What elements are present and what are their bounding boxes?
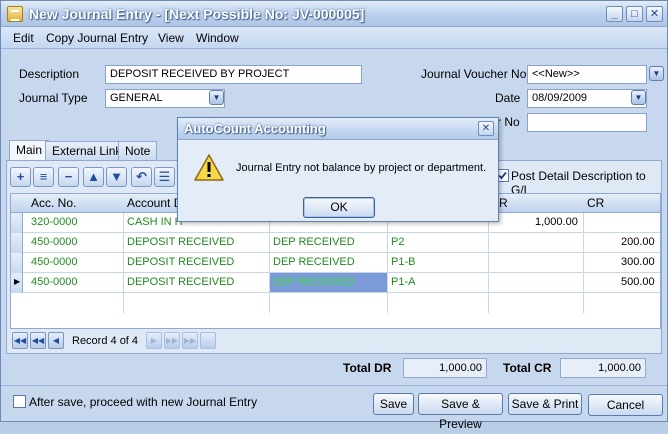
description-input[interactable]: DEPOSIT RECEIVED BY PROJECT	[105, 65, 362, 84]
window-title: New Journal Entry - [Next Possible No: J…	[29, 6, 365, 22]
row-indicator[interactable]	[11, 213, 23, 233]
prev-record-icon[interactable]: ◀	[48, 332, 64, 349]
move-up-icon[interactable]: ▲	[83, 167, 104, 187]
date-picker-icon[interactable]: ▼	[631, 90, 646, 105]
cell-cr[interactable]: 300.00	[621, 256, 655, 268]
menu-view[interactable]: View	[158, 31, 184, 45]
cell-cr[interactable]: 500.00	[621, 276, 655, 288]
add-row-icon[interactable]: +	[10, 167, 31, 187]
cell-acc-no[interactable]: 450-0000	[31, 276, 78, 288]
cell-acc-no[interactable]: 450-0000	[31, 256, 78, 268]
next-record-icon[interactable]: ▶	[146, 332, 162, 349]
title-bar[interactable]: New Journal Entry - [Next Possible No: J…	[1, 1, 667, 27]
col-header-cr[interactable]: CR	[587, 196, 604, 210]
cell-project[interactable]: P1-B	[391, 256, 415, 268]
close-button[interactable]: ✕	[646, 6, 663, 22]
total-dr-label: Total DR	[343, 361, 392, 375]
voucher-no-input[interactable]: <<New>>	[527, 65, 647, 84]
cell-cr[interactable]: 200.00	[621, 236, 655, 248]
cell-acc-no[interactable]: 320-0000	[31, 216, 78, 228]
total-dr-value: 1,000.00	[403, 358, 487, 378]
row-indicator-current[interactable]: ▶	[11, 273, 23, 293]
prev-page-icon[interactable]: ◀◀	[30, 332, 46, 349]
last-record-icon[interactable]: ▶▶	[182, 332, 198, 349]
maximize-button[interactable]: □	[626, 6, 643, 22]
description-label: Description	[19, 67, 80, 81]
undo-icon[interactable]: ↶	[131, 167, 152, 187]
voucher-dropdown-icon[interactable]: ▼	[649, 66, 664, 81]
cell-description[interactable]: DEP RECEIVED	[273, 256, 355, 268]
col-header-account[interactable]: Account D	[127, 196, 182, 210]
cell-account[interactable]: DEPOSIT RECEIVED	[127, 256, 234, 268]
move-down-icon[interactable]: ▼	[106, 167, 127, 187]
record-position: Record 4 of 4	[72, 335, 139, 347]
table-row[interactable]: 450-0000 DEPOSIT RECEIVED DEP RECEIVED P…	[11, 253, 660, 273]
menu-window[interactable]: Window	[196, 31, 239, 45]
first-record-icon[interactable]: ◀◀	[12, 332, 28, 349]
cell-project[interactable]: P2	[391, 236, 404, 248]
total-cr-value: 1,000.00	[560, 358, 646, 378]
journal-entry-window: New Journal Entry - [Next Possible No: J…	[0, 0, 668, 431]
selected-cell[interactable]: DEP RECEIVED	[270, 273, 387, 292]
table-row-selected[interactable]: ▶ 450-0000 DEPOSIT RECEIVED DEP RECEIVED…	[11, 273, 660, 293]
journal-type-select[interactable]: GENERAL	[105, 89, 225, 108]
ref-no-label: r No	[497, 115, 520, 129]
record-navigator: ◀◀ ◀◀ ◀ Record 4 of 4 ▶ ▶▶ ▶▶	[10, 332, 217, 351]
row-indicator[interactable]	[11, 253, 23, 273]
ok-button[interactable]: OK	[303, 197, 375, 218]
bottom-action-bar: After save, proceed with new Journal Ent…	[1, 385, 667, 431]
voucher-no-label: Journal Voucher No	[421, 67, 527, 81]
after-save-checkbox[interactable]	[13, 395, 26, 408]
navigator-end-icon[interactable]	[200, 332, 216, 349]
journal-type-label: Journal Type	[19, 91, 88, 105]
next-page-icon[interactable]: ▶▶	[164, 332, 180, 349]
menu-bar: Edit Copy Journal Entry View Window	[1, 27, 667, 49]
dialog-title: AutoCount Accounting	[184, 121, 326, 136]
cell-account[interactable]: DEPOSIT RECEIVED	[127, 236, 234, 248]
alert-dialog: AutoCount Accounting ✕ Journal Entry not…	[177, 117, 499, 222]
date-input[interactable]: 08/09/2009	[527, 89, 647, 108]
cell-acc-no[interactable]: 450-0000	[31, 236, 78, 248]
dialog-close-button[interactable]: ✕	[478, 121, 494, 136]
list-icon[interactable]: ☰	[154, 167, 175, 187]
date-label: Date	[495, 91, 521, 105]
save-preview-button[interactable]: Save & Preview	[418, 393, 503, 431]
cell-description[interactable]: DEP RECEIVED	[273, 236, 355, 248]
cell-project[interactable]: P1-A	[391, 276, 415, 288]
save-button[interactable]: Save	[373, 393, 414, 415]
warning-icon	[194, 154, 224, 181]
minimize-button[interactable]: _	[606, 6, 623, 22]
cell-description[interactable]: DEP RECEIVED	[273, 276, 355, 288]
menu-copy-journal-entry[interactable]: Copy Journal Entry	[46, 31, 148, 45]
delete-row-icon[interactable]: −	[58, 167, 79, 187]
save-print-button[interactable]: Save & Print	[508, 393, 582, 415]
after-save-label: After save, proceed with new Journal Ent…	[29, 395, 258, 409]
ref-no-input[interactable]	[527, 113, 647, 132]
current-row-arrow-icon: ▶	[14, 277, 21, 286]
cancel-button[interactable]: Cancel	[588, 394, 663, 416]
col-header-dr[interactable]: R	[499, 196, 508, 210]
tab-note[interactable]: Note	[118, 141, 158, 160]
row-indicator[interactable]	[11, 233, 23, 253]
table-row[interactable]: 450-0000 DEPOSIT RECEIVED DEP RECEIVED P…	[11, 233, 660, 253]
tab-external-link[interactable]: External Link	[45, 141, 129, 160]
dialog-title-bar[interactable]: AutoCount Accounting ✕	[178, 118, 498, 140]
cell-dr[interactable]: 1,000.00	[535, 216, 578, 228]
journal-app-icon	[7, 6, 23, 22]
col-header-acc-no[interactable]: Acc. No.	[31, 196, 76, 210]
cell-account[interactable]: DEPOSIT RECEIVED	[127, 276, 234, 288]
tab-main[interactable]: Main	[9, 140, 50, 161]
dialog-message: Journal Entry not balance by project or …	[236, 162, 487, 174]
total-cr-label: Total CR	[503, 361, 552, 375]
menu-edit[interactable]: Edit	[13, 31, 34, 45]
insert-row-icon[interactable]: ≡	[33, 167, 54, 187]
journal-type-dropdown-icon[interactable]: ▼	[209, 90, 224, 105]
